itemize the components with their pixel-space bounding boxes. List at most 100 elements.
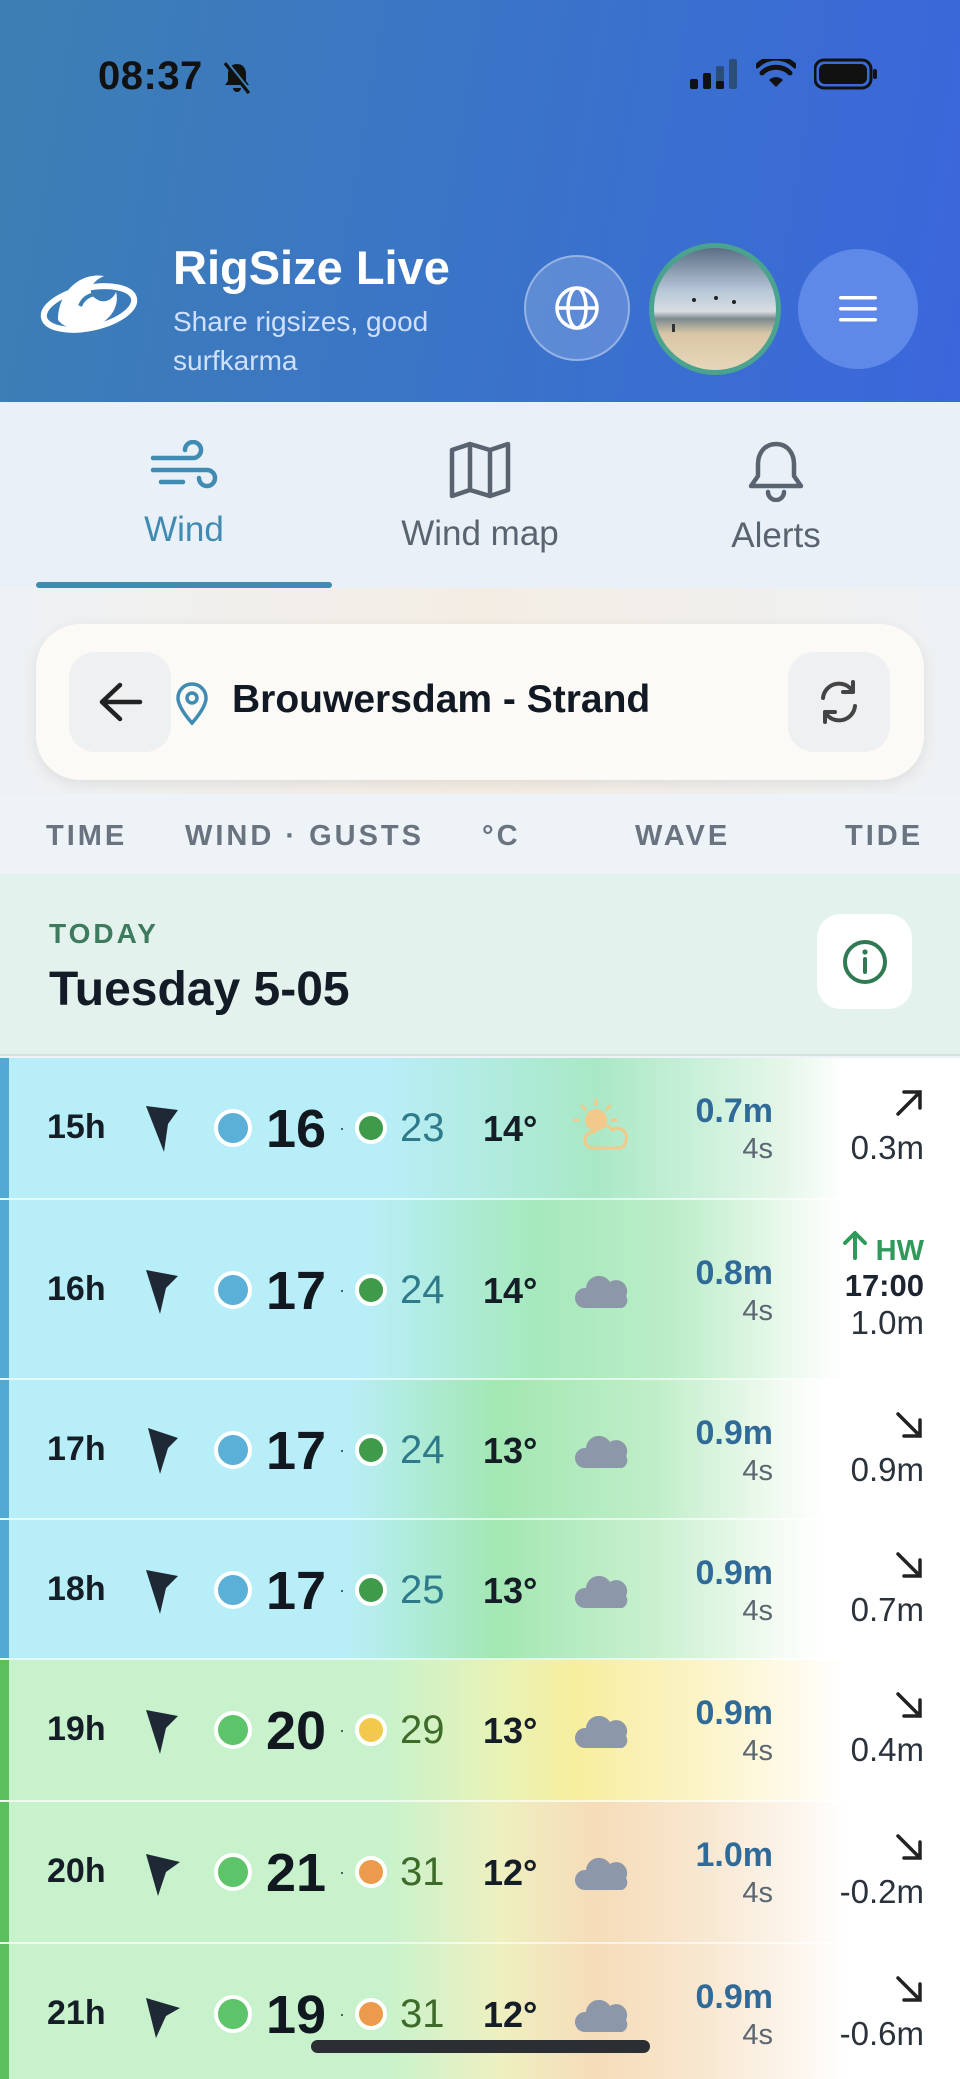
forecast-row[interactable]: 19h 20 · 29 13° 0.9m 4s 0.4m (0, 1660, 960, 1802)
wind-speed-dot (214, 1995, 252, 2033)
column-header: TIME WIND · GUSTS °C WAVE TIDE (0, 794, 960, 874)
wave-period: 4s (742, 1295, 773, 1327)
app-header: 08:37 RigSize Live Share rigsizes, good … (0, 0, 960, 402)
gust-speed: 29 (400, 1708, 445, 1752)
wave-period: 4s (742, 1877, 773, 1909)
down-right-arrow-icon (896, 1976, 922, 2002)
location-card: Brouwersdam - Strand (36, 624, 924, 780)
wave-info: 0.7m 4s (696, 1092, 774, 1166)
app-title: RigSize Live (173, 241, 450, 294)
temperature: 14° (483, 1108, 538, 1149)
forecast-row[interactable]: 21h 19 · 31 12° 0.9m 4s -0.6m (0, 1944, 960, 2079)
wind-direction-icon (146, 1854, 180, 1896)
row-time: 16h (47, 1270, 106, 1308)
down-right-arrow-icon (896, 1692, 922, 1718)
wind-separator: · (339, 1280, 345, 1300)
wave-info: 0.9m 4s (696, 1694, 774, 1768)
tab-alerts[interactable]: Alerts (628, 402, 924, 588)
wave-height: 0.9m (695, 1414, 774, 1452)
wave-info: 0.9m 4s (696, 1978, 774, 2052)
tab-wind-label: Wind (144, 510, 224, 549)
gust-speed: 31 (400, 1850, 445, 1894)
app-logo-icon (40, 275, 138, 333)
forecast-list: 15h 16 · 23 14° 0.7m 4s 0.3m 16h 17 · 24… (0, 1058, 960, 2079)
tab-bar: Wind Wind map Alerts (0, 402, 960, 588)
wind-speed-dot (214, 1853, 252, 1891)
tide-time: 17:00 (844, 1268, 924, 1303)
wave-info: 0.9m 4s (696, 1554, 774, 1628)
avatar[interactable] (649, 243, 781, 375)
gust-speed: 25 (400, 1568, 445, 1612)
wave-height: 0.8m (695, 1254, 774, 1292)
wave-height: 0.9m (695, 1694, 774, 1732)
location-name[interactable]: Brouwersdam - Strand (232, 678, 650, 722)
gust-speed: 24 (400, 1428, 445, 1472)
wind-separator: · (339, 1580, 345, 1600)
forecast-row[interactable]: 18h 17 · 25 13° 0.9m 4s 0.7m (0, 1520, 960, 1660)
forecast-row[interactable]: 17h 17 · 24 13° 0.9m 4s 0.9m (0, 1380, 960, 1520)
wave-height: 0.9m (695, 1978, 774, 2016)
wave-period: 4s (742, 1455, 773, 1487)
wave-info: 0.9m 4s (696, 1414, 774, 1488)
wave-info: 0.8m 4s (696, 1254, 774, 1328)
bell-muted-icon (223, 60, 252, 95)
gust-speed: 24 (400, 1268, 445, 1312)
up-right-arrow-icon (896, 1090, 922, 1116)
wind-speed-dot (214, 1711, 252, 1749)
wind-speed-dot (214, 1109, 252, 1147)
wind-speed: 17 (266, 1261, 327, 1321)
tide-height: -0.6m (839, 2015, 924, 2052)
home-indicator[interactable] (311, 2040, 650, 2053)
temperature: 13° (483, 1430, 538, 1471)
down-right-arrow-icon (896, 1834, 922, 1860)
wind-speed: 17 (266, 1561, 327, 1621)
tide-height: 0.4m (850, 1731, 924, 1768)
refresh-icon (821, 680, 857, 724)
wave-period: 4s (742, 1133, 773, 1165)
status-time: 08:37 (98, 54, 203, 98)
down-right-arrow-icon (896, 1552, 922, 1578)
tab-wind-map-label: Wind map (401, 514, 559, 553)
wave-period: 4s (742, 1735, 773, 1767)
wave-height: 1.0m (695, 1836, 774, 1874)
tab-wind-map[interactable]: Wind map (332, 402, 628, 588)
wind-direction-icon (146, 1710, 178, 1754)
forecast-row[interactable]: 16h 17 · 24 14° 0.8m 4s HW 17:00 1.0m (0, 1200, 960, 1380)
gust-dot (355, 1998, 387, 2030)
wave-period: 4s (742, 2019, 773, 2051)
tide-info: 0.4m (851, 1690, 924, 1769)
refresh-button[interactable] (788, 652, 890, 752)
info-button[interactable] (817, 914, 912, 1009)
wave-info: 1.0m 4s (696, 1836, 774, 1910)
back-button[interactable] (69, 652, 171, 752)
forecast-row[interactable]: 20h 21 · 31 12° 1.0m 4s -0.2m (0, 1802, 960, 1944)
cloud-icon (574, 1999, 628, 2032)
gust-speed: 23 (400, 1106, 445, 1150)
wave-period: 4s (742, 1595, 773, 1627)
wind-speed-dot (214, 1571, 252, 1609)
wave-height: 0.9m (695, 1554, 774, 1592)
menu-button[interactable] (798, 249, 918, 369)
forecast-row[interactable]: 15h 16 · 23 14° 0.7m 4s 0.3m (0, 1058, 960, 1200)
tide-height: 0.7m (850, 1591, 924, 1628)
gust-dot (355, 1434, 387, 1466)
wind-separator: · (339, 2004, 345, 2024)
col-wave: WAVE (635, 820, 731, 852)
app-subtitle: Share rigsizes, good surfkarma (173, 306, 429, 376)
globe-icon (555, 286, 599, 330)
temperature: 14° (483, 1270, 538, 1311)
info-icon (842, 939, 887, 984)
language-button[interactable] (524, 255, 630, 361)
tab-wind[interactable]: Wind (36, 402, 332, 588)
wind-direction-icon (146, 1998, 180, 2038)
tab-alerts-label: Alerts (731, 516, 821, 555)
partly-sunny-icon (572, 1098, 628, 1150)
gust-dot (355, 1274, 387, 1306)
tide-info: 0.3m (851, 1088, 924, 1167)
tide-info: -0.2m (840, 1832, 924, 1911)
temperature: 13° (483, 1710, 538, 1751)
temperature: 12° (483, 1994, 538, 2035)
wind-separator: · (339, 1720, 345, 1740)
row-time: 15h (47, 1108, 106, 1146)
cloud-icon (574, 1435, 628, 1468)
